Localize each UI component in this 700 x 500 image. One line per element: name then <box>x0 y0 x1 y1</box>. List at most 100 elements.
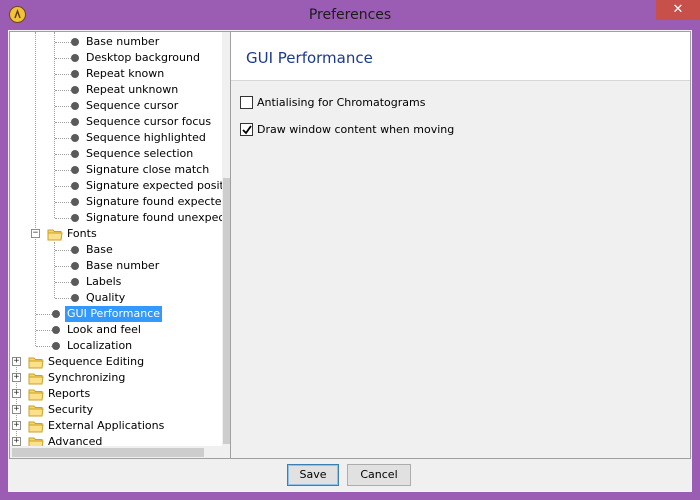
tree-item-label: Localization <box>67 339 133 352</box>
tree-item[interactable]: Repeat known <box>10 66 222 82</box>
tree-folder[interactable]: + Reports <box>10 386 222 402</box>
tree-folder-label: Security <box>48 403 94 416</box>
tree-item[interactable]: Repeat unknown <box>10 82 222 98</box>
tree-folder[interactable]: + Synchronizing <box>10 370 222 386</box>
settings-title: GUI Performance <box>246 49 373 67</box>
folder-icon <box>28 435 44 446</box>
tree-item-label: Repeat unknown <box>86 83 179 96</box>
bullet-icon <box>71 134 79 142</box>
tree-item-label: Repeat known <box>86 67 165 80</box>
tree-item-label: Base number <box>86 35 160 48</box>
settings-panel: GUI Performance Antialising for Chromato… <box>230 31 691 459</box>
antialiasing-checkbox[interactable] <box>240 96 253 109</box>
tree-item[interactable]: Base <box>10 242 222 258</box>
bullet-icon <box>71 182 79 190</box>
tree-item[interactable]: Base number <box>10 34 222 50</box>
settings-header: GUI Performance <box>231 32 690 81</box>
tree-item[interactable]: Localization <box>10 338 222 354</box>
tree-item[interactable]: Sequence selection <box>10 146 222 162</box>
tree-item[interactable]: Labels <box>10 274 222 290</box>
title-bar[interactable]: Preferences ✕ <box>0 0 700 30</box>
bullet-icon <box>71 214 79 222</box>
tree-folder[interactable]: + External Applications <box>10 418 222 434</box>
bullet-icon <box>71 102 79 110</box>
tree-item-label: Desktop background <box>86 51 200 64</box>
window-title: Preferences <box>308 7 392 23</box>
tree-item[interactable]: Sequence cursor <box>10 98 222 114</box>
bullet-icon <box>71 118 79 126</box>
tree-item[interactable]: GUI Performance <box>10 306 222 322</box>
tree-folder[interactable]: − Fonts <box>10 226 222 242</box>
tree-item-label: Sequence cursor focus <box>86 115 212 128</box>
tree-folder-label: Fonts <box>67 227 97 240</box>
minus-expander-icon[interactable]: − <box>31 229 40 238</box>
folder-icon <box>28 355 44 369</box>
tree-item-label: GUI Performance <box>65 306 163 322</box>
bullet-icon <box>71 262 79 270</box>
horizontal-scroll-thumb[interactable] <box>12 448 204 457</box>
antialiasing-label: Antialising for Chromatograms <box>257 96 426 109</box>
cancel-button[interactable]: Cancel <box>347 464 411 486</box>
folder-icon <box>28 419 44 433</box>
tree-item-label: Look and feel <box>67 323 141 336</box>
bullet-icon <box>71 38 79 46</box>
draw-content-checkbox[interactable] <box>240 123 253 136</box>
plus-expander-icon[interactable]: + <box>12 357 21 366</box>
tree-item[interactable]: Signature close match <box>10 162 222 178</box>
tree-item[interactable]: Signature expected position <box>10 178 222 194</box>
tree-folder-label: Advanced <box>48 435 103 446</box>
tree-item[interactable]: Base number <box>10 258 222 274</box>
tree-item-label: Signature found expected <box>86 195 222 208</box>
tree-item-label: Sequence selection <box>86 147 194 160</box>
tree-item-label: Signature expected position <box>86 179 222 192</box>
plus-expander-icon[interactable]: + <box>12 421 21 430</box>
bullet-icon <box>71 198 79 206</box>
preferences-tree: Base number Desktop background Repeat know… <box>9 31 232 459</box>
tree-folder[interactable]: + Advanced <box>10 434 222 446</box>
tree-item[interactable]: Signature found expected <box>10 194 222 210</box>
tree-item-label: Base <box>86 243 113 256</box>
bullet-icon <box>52 326 60 334</box>
bullet-icon <box>71 278 79 286</box>
bullet-icon <box>71 150 79 158</box>
folder-icon <box>28 403 44 417</box>
tree-item-label: Signature found unexpected <box>86 211 222 224</box>
tree-horizontal-scrollbar[interactable] <box>10 446 222 458</box>
draw-content-label: Draw window content when moving <box>257 123 455 136</box>
tree-folder-label: Reports <box>48 387 91 400</box>
tree-item-label: Base number <box>86 259 160 272</box>
plus-expander-icon[interactable]: + <box>12 437 21 446</box>
tree-content: Base number Desktop background Repeat know… <box>10 32 222 446</box>
tree-folder-label: External Applications <box>48 419 165 432</box>
bullet-icon <box>71 86 79 94</box>
close-button[interactable]: ✕ <box>656 0 700 20</box>
plus-expander-icon[interactable]: + <box>12 389 21 398</box>
tree-folder-label: Synchronizing <box>48 371 126 384</box>
tree-item-label: Signature close match <box>86 163 210 176</box>
folder-icon <box>28 387 44 401</box>
tree-item[interactable]: Look and feel <box>10 322 222 338</box>
tree-item-label: Labels <box>86 275 122 288</box>
tree-item[interactable]: Signature found unexpected <box>10 210 222 226</box>
tree-item-label: Sequence cursor <box>86 99 179 112</box>
plus-expander-icon[interactable]: + <box>12 373 21 382</box>
bullet-icon <box>71 70 79 78</box>
tree-item[interactable]: Desktop background <box>10 50 222 66</box>
tree-item[interactable]: Sequence highlighted <box>10 130 222 146</box>
tree-item[interactable]: Quality <box>10 290 222 306</box>
plus-expander-icon[interactable]: + <box>12 405 21 414</box>
preferences-window: Preferences ✕ Base number Desktop backgro… <box>0 0 700 500</box>
bullet-icon <box>71 54 79 62</box>
bullet-icon <box>52 310 60 318</box>
tree-folder[interactable]: + Sequence Editing <box>10 354 222 370</box>
tree-item[interactable]: Sequence cursor focus <box>10 114 222 130</box>
bullet-icon <box>71 294 79 302</box>
save-button[interactable]: Save <box>287 464 339 486</box>
dialog-client-area: Base number Desktop background Repeat know… <box>8 30 692 492</box>
bullet-icon <box>71 166 79 174</box>
folder-icon <box>47 227 63 241</box>
checkmark-icon <box>242 125 252 135</box>
tree-folder-label: Sequence Editing <box>48 355 145 368</box>
tree-folder[interactable]: + Security <box>10 402 222 418</box>
folder-icon <box>28 371 44 385</box>
